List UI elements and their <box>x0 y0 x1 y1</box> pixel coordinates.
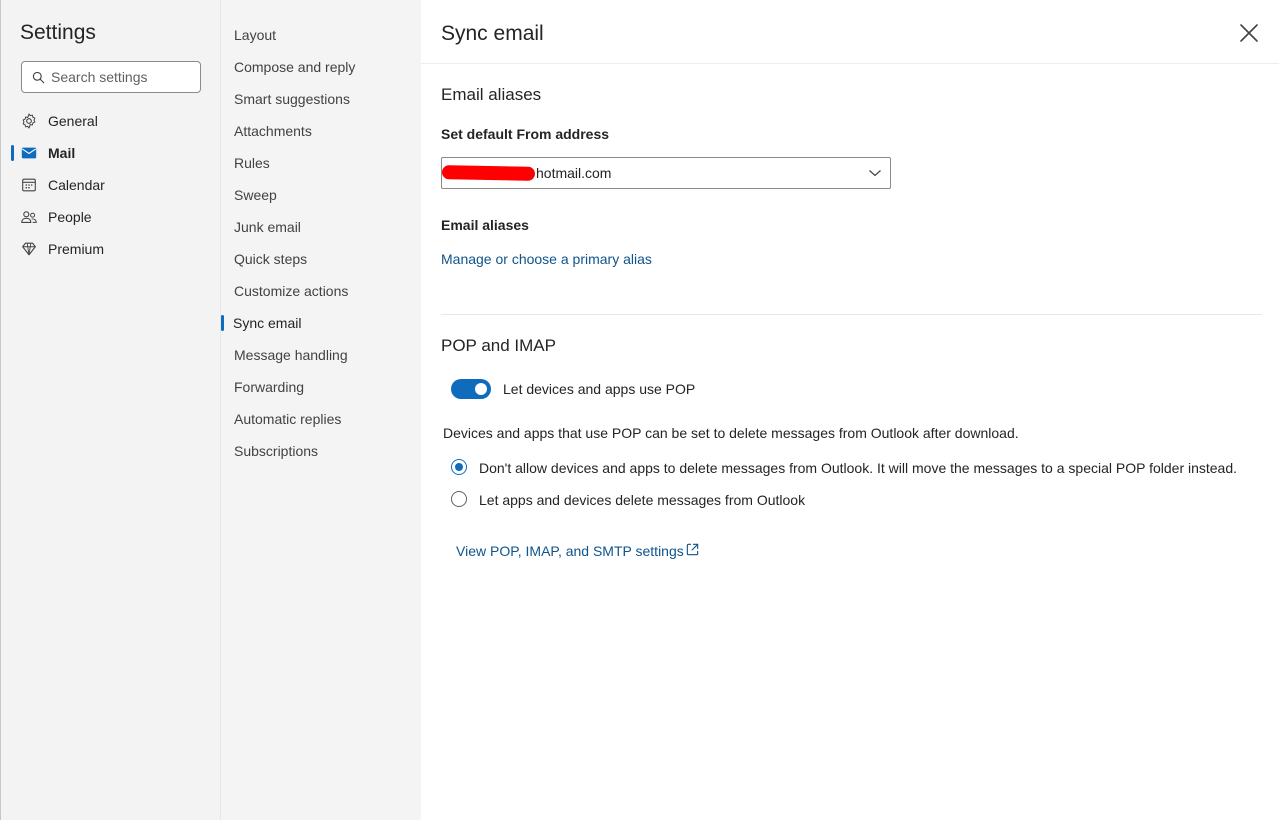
sidebar-item-general[interactable]: General <box>20 109 210 133</box>
people-icon <box>21 211 37 223</box>
pop-description: Devices and apps that use POP can be set… <box>443 425 1019 441</box>
redacted-address <box>441 165 536 182</box>
mail-icon <box>21 147 37 159</box>
active-submenu-indicator <box>221 315 224 331</box>
sidebar-item-mail[interactable]: Mail <box>20 141 210 165</box>
submenu-item-quick-steps[interactable]: Quick steps <box>234 249 307 269</box>
sidebar-item-calendar[interactable]: Calendar <box>20 173 210 197</box>
submenu-item-sweep[interactable]: Sweep <box>234 185 277 205</box>
sidebar-item-premium[interactable]: Premium <box>20 237 210 261</box>
section-divider <box>441 314 1262 315</box>
default-from-value: hotmail.com <box>441 165 612 182</box>
radio-allow-delete[interactable] <box>451 491 467 507</box>
search-input[interactable] <box>51 69 191 85</box>
submenu-item-forwarding[interactable]: Forwarding <box>234 377 304 397</box>
submenu-item-sync-email[interactable]: Sync email <box>233 313 301 333</box>
default-from-dropdown[interactable]: hotmail.com <box>441 157 891 189</box>
settings-title: Settings <box>20 21 96 44</box>
gear-icon <box>22 113 36 129</box>
active-category-indicator <box>11 145 14 161</box>
search-icon <box>32 71 45 83</box>
chevron-down-icon <box>869 170 881 177</box>
header-divider <box>421 63 1279 64</box>
sidebar-item-label: Mail <box>48 145 76 161</box>
submenu-item-rules[interactable]: Rules <box>234 153 270 173</box>
submenu-item-smart-suggestions[interactable]: Smart suggestions <box>234 89 350 109</box>
search-box[interactable] <box>21 61 201 93</box>
default-from-domain: hotmail.com <box>536 165 612 181</box>
pop-imap-smtp-settings-link[interactable]: View POP, IMAP, and SMTP settings <box>456 543 684 559</box>
manage-alias-link[interactable]: Manage or choose a primary alias <box>441 251 652 267</box>
close-icon <box>1240 24 1258 42</box>
radio-dont-allow-delete-label: Don't allow devices and apps to delete m… <box>479 460 1238 476</box>
submenu-item-layout[interactable]: Layout <box>234 25 276 45</box>
sidebar-item-label: People <box>48 209 92 225</box>
pop-toggle-label: Let devices and apps use POP <box>503 381 696 397</box>
settings-content-pane <box>421 0 1279 820</box>
default-from-label: Set default From address <box>441 126 610 142</box>
submenu-item-customize-actions[interactable]: Customize actions <box>234 281 348 301</box>
email-aliases-section-title: Email aliases <box>441 85 542 104</box>
sidebar-item-label: Premium <box>48 241 105 257</box>
submenu-item-attachments[interactable]: Attachments <box>234 121 312 141</box>
radio-dont-allow-delete[interactable] <box>451 459 467 475</box>
close-button[interactable] <box>1236 20 1262 46</box>
submenu-item-compose-and-reply[interactable]: Compose and reply <box>234 57 355 77</box>
sidebar-item-people[interactable]: People <box>20 205 210 229</box>
submenu-item-message-handling[interactable]: Message handling <box>234 345 348 365</box>
submenu-item-junk-email[interactable]: Junk email <box>234 217 301 237</box>
calendar-icon <box>22 178 36 192</box>
external-link-icon[interactable] <box>685 542 700 557</box>
pop-toggle[interactable] <box>451 379 491 399</box>
submenu-item-automatic-replies[interactable]: Automatic replies <box>234 409 341 429</box>
pop-imap-section-title: POP and IMAP <box>441 336 556 355</box>
submenu-item-subscriptions[interactable]: Subscriptions <box>234 441 318 461</box>
page-title: Sync email <box>441 22 544 45</box>
email-aliases-label: Email aliases <box>441 217 529 233</box>
radio-allow-delete-label: Let apps and devices delete messages fro… <box>479 492 806 508</box>
sidebar-item-label: Calendar <box>48 177 105 193</box>
sidebar-item-label: General <box>48 113 98 129</box>
diamond-icon <box>22 242 36 256</box>
